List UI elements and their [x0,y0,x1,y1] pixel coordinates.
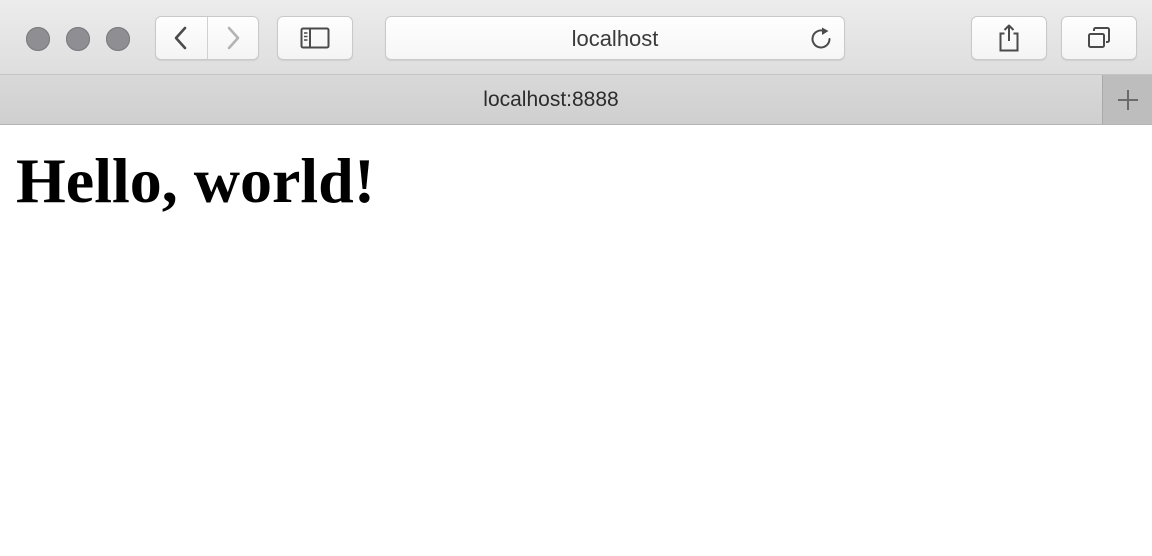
chevron-right-icon [227,26,240,50]
back-button[interactable] [156,17,207,59]
minimize-window-button[interactable] [66,27,90,51]
zoom-window-button[interactable] [106,27,130,51]
close-window-button[interactable] [26,27,50,51]
tab-overview-icon [1088,27,1110,48]
browser-window: localhost localhost:8888 Hello, world! [0,0,1152,556]
chevron-left-icon [174,26,187,50]
sidebar-button[interactable] [277,16,353,60]
tab-title: localhost:8888 [483,87,619,111]
page-content: Hello, world! [0,125,1152,556]
forward-button[interactable] [206,17,259,59]
sidebar-icon [300,27,330,49]
share-icon [999,24,1019,52]
reload-button[interactable] [808,26,834,52]
new-tab-button[interactable] [1102,75,1152,124]
plus-icon [1117,89,1138,110]
address-text[interactable]: localhost [386,17,844,59]
share-button[interactable] [971,16,1047,60]
tab-localhost[interactable]: localhost:8888 [0,75,1102,124]
page-heading: Hello, world! [16,145,376,216]
tab-overview-button[interactable] [1061,16,1137,60]
toolbar: localhost [0,0,1152,75]
tab-bar: localhost:8888 [0,75,1152,125]
navigation-buttons [155,16,259,60]
reload-icon [811,27,831,49]
address-bar[interactable]: localhost [385,16,845,60]
